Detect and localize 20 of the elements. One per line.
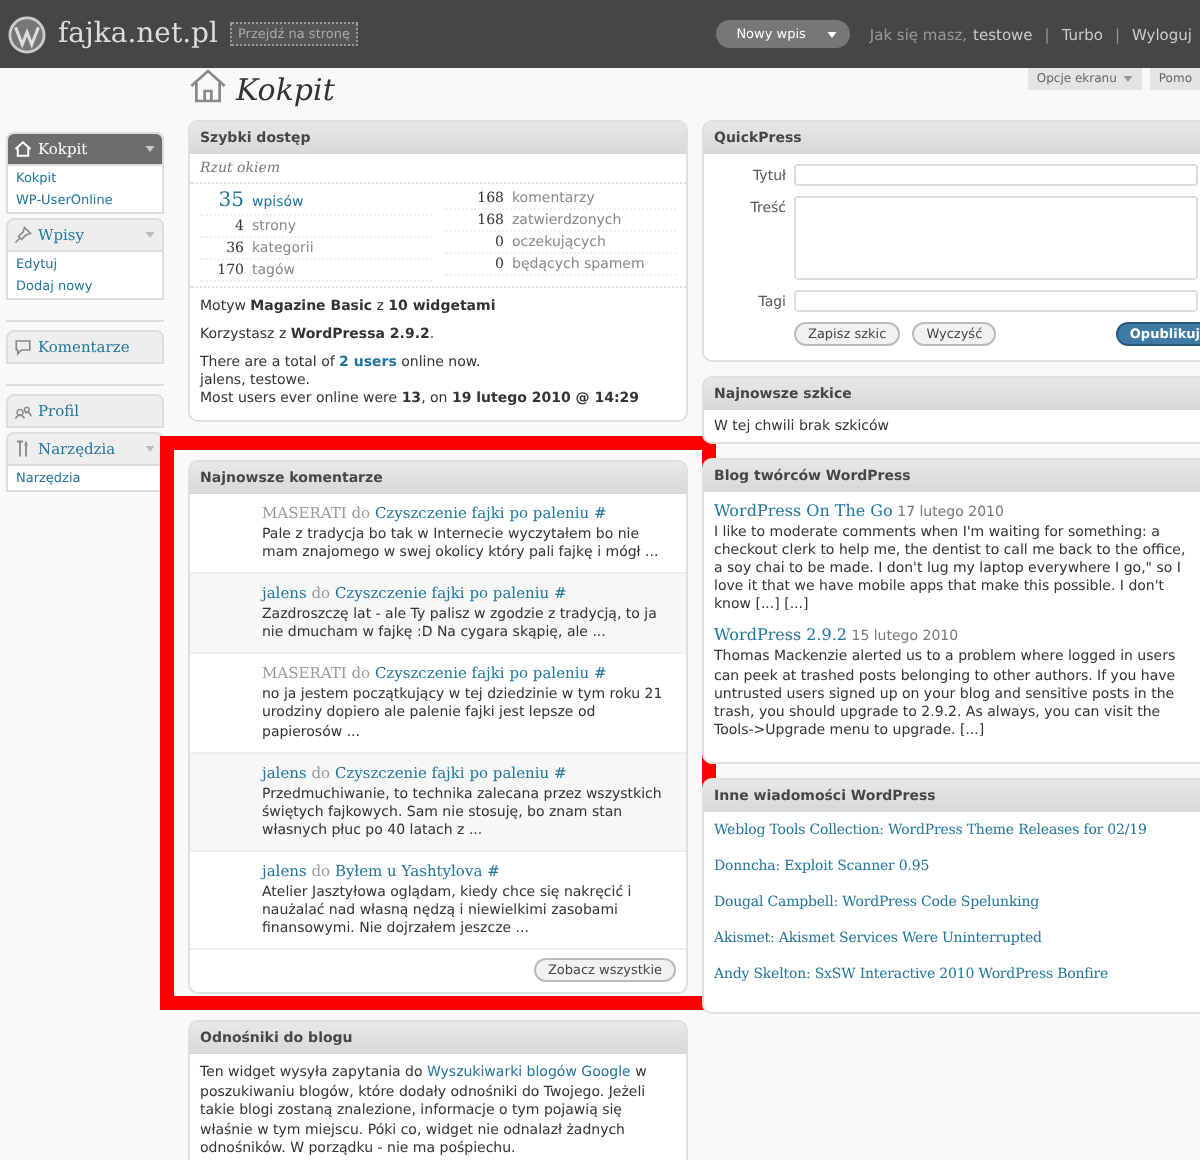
input-field[interactable] — [794, 290, 1198, 312]
content-textarea[interactable] — [794, 196, 1198, 280]
caret-icon — [1122, 74, 1135, 84]
blog-post-link[interactable]: WordPress On The Go — [714, 502, 893, 520]
expand-arrow-icon[interactable] — [144, 444, 156, 454]
expand-arrow-icon[interactable] — [144, 144, 156, 154]
input-field[interactable] — [794, 164, 1198, 186]
page-title: Kokpit — [236, 72, 335, 108]
people-icon — [14, 402, 32, 420]
house-icon — [188, 66, 228, 106]
stat-count[interactable]: 35 — [200, 190, 244, 212]
expand-arrow-icon[interactable] — [144, 230, 156, 240]
wordpress-logo-icon — [8, 15, 46, 53]
blog-post-link[interactable]: WordPress 2.9.2 — [714, 626, 847, 645]
caret-icon — [825, 29, 838, 39]
pin-icon — [14, 226, 32, 244]
tools-icon — [14, 440, 32, 458]
house-icon — [14, 140, 32, 158]
speech-bubble-icon — [14, 338, 32, 356]
site-title[interactable]: fajka.net.pl — [58, 18, 218, 50]
